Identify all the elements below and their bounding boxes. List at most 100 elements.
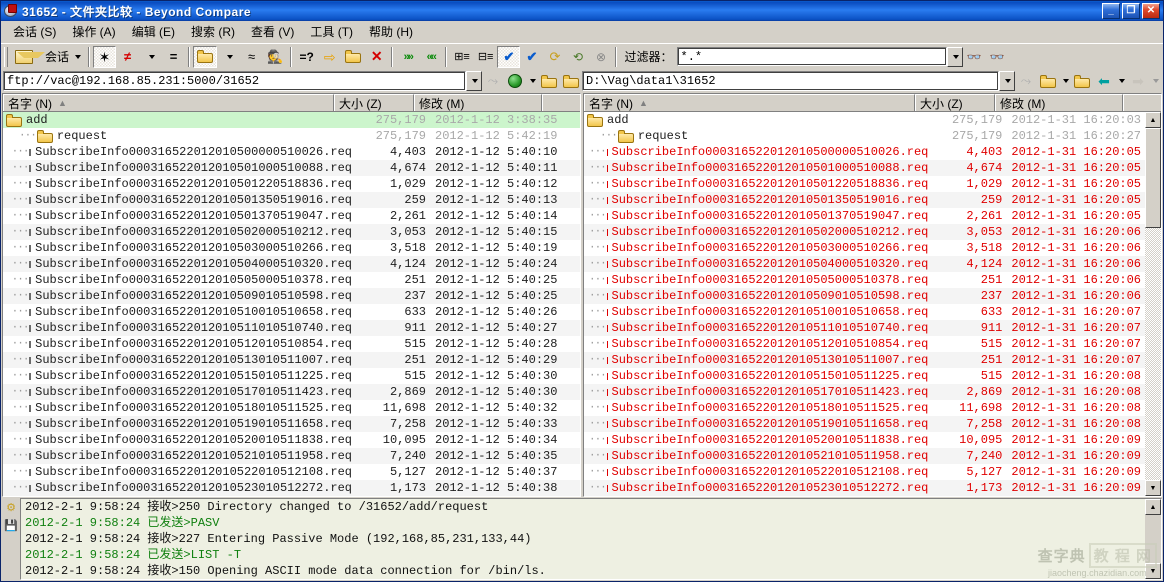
- collapse-all-button[interactable]: ⊟≡: [474, 46, 498, 68]
- back-button[interactable]: ⬅: [1093, 70, 1115, 92]
- forward-dropdown[interactable]: [1149, 70, 1161, 92]
- show-differences-dropdown[interactable]: [139, 46, 162, 68]
- settings-gear-icon[interactable]: ⚙: [4, 500, 18, 514]
- table-row[interactable]: ··· SubscribeInfo000316522012010505000510…: [584, 272, 1161, 288]
- left-header-size[interactable]: 大小 (Z): [334, 94, 414, 111]
- filter-dropdown-button[interactable]: [946, 46, 963, 67]
- table-row[interactable]: ··· SubscribeInfo000316522012010523010512…: [584, 480, 1161, 496]
- log-scroll-track[interactable]: [1145, 515, 1161, 563]
- compare-contents-button[interactable]: =?: [295, 46, 318, 68]
- table-row[interactable]: ··· SubscribeInfo000316522012010512010510…: [584, 336, 1161, 352]
- menu-tools[interactable]: 工具 (T): [302, 21, 361, 42]
- left-header-modified[interactable]: 修改 (M): [414, 94, 542, 111]
- table-row[interactable]: ··· SubscribeInfo000316522012010509010510…: [3, 288, 580, 304]
- table-row[interactable]: ··· SubscribeInfo000316522012010501000510…: [584, 160, 1161, 176]
- table-row[interactable]: ··· SubscribeInfo000316522012010522010512…: [3, 464, 580, 480]
- table-row[interactable]: ··· request 275,179 2012-1-12 5:42:19: [3, 128, 580, 144]
- table-row[interactable]: ··· SubscribeInfo000316522012010501350519…: [584, 192, 1161, 208]
- right-header-modified[interactable]: 修改 (M): [995, 94, 1123, 111]
- table-row[interactable]: ··· SubscribeInfo000316522012010515010511…: [584, 368, 1161, 384]
- table-row[interactable]: ··· SubscribeInfo000316522012010513010511…: [584, 352, 1161, 368]
- sync-button[interactable]: ⟲: [566, 46, 589, 68]
- table-row[interactable]: ··· SubscribeInfo000316522012010523010512…: [3, 480, 580, 496]
- right-up-folder-button[interactable]: [1071, 70, 1093, 92]
- table-row[interactable]: ··· SubscribeInfo000316522012010515010511…: [3, 368, 580, 384]
- table-row[interactable]: ··· SubscribeInfo000316522012010501370519…: [584, 208, 1161, 224]
- right-path-input[interactable]: D:\Vag\data1\31652: [582, 71, 999, 91]
- table-row[interactable]: ··· SubscribeInfo000316522012010503000510…: [584, 240, 1161, 256]
- table-row[interactable]: ··· SubscribeInfo000316522012010502000510…: [3, 224, 580, 240]
- table-row[interactable]: ··· SubscribeInfo000316522012010518010511…: [584, 400, 1161, 416]
- table-row[interactable]: ··· SubscribeInfo000316522012010500000510…: [584, 144, 1161, 160]
- table-row[interactable]: ··· SubscribeInfo000316522012010510010510…: [584, 304, 1161, 320]
- right-file-list[interactable]: add 275,179 2012-1-31 16:20:03 ··· request 27…: [584, 112, 1161, 496]
- table-row[interactable]: add 275,179 2012-1-31 16:20:03: [584, 112, 1161, 128]
- table-row[interactable]: ··· SubscribeInfo000316522012010509010510…: [584, 288, 1161, 304]
- right-vertical-scrollbar[interactable]: ▲ ▼: [1145, 112, 1161, 496]
- session-button[interactable]: [11, 46, 45, 68]
- table-row[interactable]: ··· SubscribeInfo000316522012010519010511…: [3, 416, 580, 432]
- table-row[interactable]: ··· SubscribeInfo000316522012010522010512…: [584, 464, 1161, 480]
- copy-right-button[interactable]: ⇨: [318, 46, 341, 68]
- back-dropdown[interactable]: [1115, 70, 1127, 92]
- forward-button[interactable]: ➡: [1127, 70, 1149, 92]
- show-orphans-button[interactable]: [193, 45, 218, 68]
- left-refresh-button[interactable]: ⤳: [482, 70, 504, 92]
- table-row[interactable]: ··· SubscribeInfo000316522012010520010511…: [584, 432, 1161, 448]
- table-row[interactable]: ··· SubscribeInfo000316522012010501220518…: [3, 176, 580, 192]
- table-row[interactable]: ··· SubscribeInfo000316522012010501000510…: [3, 160, 580, 176]
- hide-filters-button[interactable]: 👓: [986, 46, 1009, 68]
- table-row[interactable]: ··· SubscribeInfo000316522012010521010511…: [3, 448, 580, 464]
- refresh-button[interactable]: ⟳: [543, 46, 566, 68]
- show-hidden-button[interactable]: 🕵: [263, 46, 287, 68]
- left-header-name[interactable]: 名字 (N) ▲: [3, 94, 334, 111]
- table-row[interactable]: ··· SubscribeInfo000316522012010500000510…: [3, 144, 580, 160]
- show-similar-button[interactable]: ≈: [240, 46, 263, 68]
- table-row[interactable]: ··· SubscribeInfo000316522012010519010511…: [584, 416, 1161, 432]
- show-differences-button[interactable]: ≠: [116, 46, 139, 68]
- show-filters-button[interactable]: 👓: [963, 46, 986, 68]
- left-top-folder-button[interactable]: [560, 70, 582, 92]
- right-refresh-button[interactable]: ⤳: [1015, 70, 1037, 92]
- right-header-name[interactable]: 名字 (N) ▲: [584, 94, 915, 111]
- select-none-button[interactable]: ✔: [520, 46, 543, 68]
- table-row[interactable]: ··· SubscribeInfo000316522012010511010510…: [584, 320, 1161, 336]
- table-row[interactable]: ··· SubscribeInfo000316522012010520010511…: [3, 432, 580, 448]
- copy-to-folder-button[interactable]: [341, 46, 365, 68]
- table-row[interactable]: ··· SubscribeInfo000316522012010504000510…: [584, 256, 1161, 272]
- select-all-button[interactable]: ✔: [497, 45, 521, 68]
- right-browse-folder-button[interactable]: [1037, 70, 1059, 92]
- save-log-icon[interactable]: 💾: [4, 518, 18, 532]
- log-vertical-scrollbar[interactable]: ▲ ▼: [1145, 499, 1161, 579]
- table-row[interactable]: ··· SubscribeInfo000316522012010501350519…: [3, 192, 580, 208]
- table-row[interactable]: add 275,179 2012-1-12 3:38:35: [3, 112, 580, 128]
- table-row[interactable]: ··· SubscribeInfo000316522012010502000510…: [584, 224, 1161, 240]
- table-row[interactable]: ··· SubscribeInfo000316522012010512010510…: [3, 336, 580, 352]
- table-row[interactable]: ··· SubscribeInfo000316522012010504000510…: [3, 256, 580, 272]
- maximize-button[interactable]: ❐: [1122, 3, 1140, 19]
- log-scroll-down-button[interactable]: ▼: [1145, 563, 1161, 579]
- menu-edit[interactable]: 编辑 (E): [124, 21, 183, 42]
- table-row[interactable]: ··· SubscribeInfo000316522012010505000510…: [3, 272, 580, 288]
- toolbar-grip[interactable]: [4, 46, 8, 67]
- delete-button[interactable]: ✕: [365, 46, 388, 68]
- menu-view[interactable]: 查看 (V): [243, 21, 302, 42]
- log-scroll-up-button[interactable]: ▲: [1145, 499, 1161, 515]
- previous-difference-button[interactable]: ««: [419, 46, 442, 68]
- menu-actions[interactable]: 操作 (A): [64, 21, 123, 42]
- table-row[interactable]: ··· SubscribeInfo000316522012010501370519…: [3, 208, 580, 224]
- menu-search[interactable]: 搜索 (R): [183, 21, 243, 42]
- menu-session[interactable]: 会话 (S): [5, 21, 64, 42]
- table-row[interactable]: ··· SubscribeInfo000316522012010503000510…: [3, 240, 580, 256]
- show-orphans-dropdown[interactable]: [217, 46, 240, 68]
- scroll-track[interactable]: [1145, 228, 1161, 480]
- left-path-dropdown-button[interactable]: [466, 71, 482, 91]
- show-all-button[interactable]: ✶: [93, 45, 117, 68]
- next-difference-button[interactable]: »»: [396, 46, 419, 68]
- table-row[interactable]: ··· SubscribeInfo000316522012010518010511…: [3, 400, 580, 416]
- expand-all-button[interactable]: ⊞≡: [450, 46, 474, 68]
- filter-input[interactable]: *.*: [676, 47, 947, 66]
- table-row[interactable]: ··· SubscribeInfo000316522012010501220518…: [584, 176, 1161, 192]
- left-browse-dropdown[interactable]: [526, 70, 538, 92]
- table-row[interactable]: ··· request 275,179 2012-1-31 16:20:27: [584, 128, 1161, 144]
